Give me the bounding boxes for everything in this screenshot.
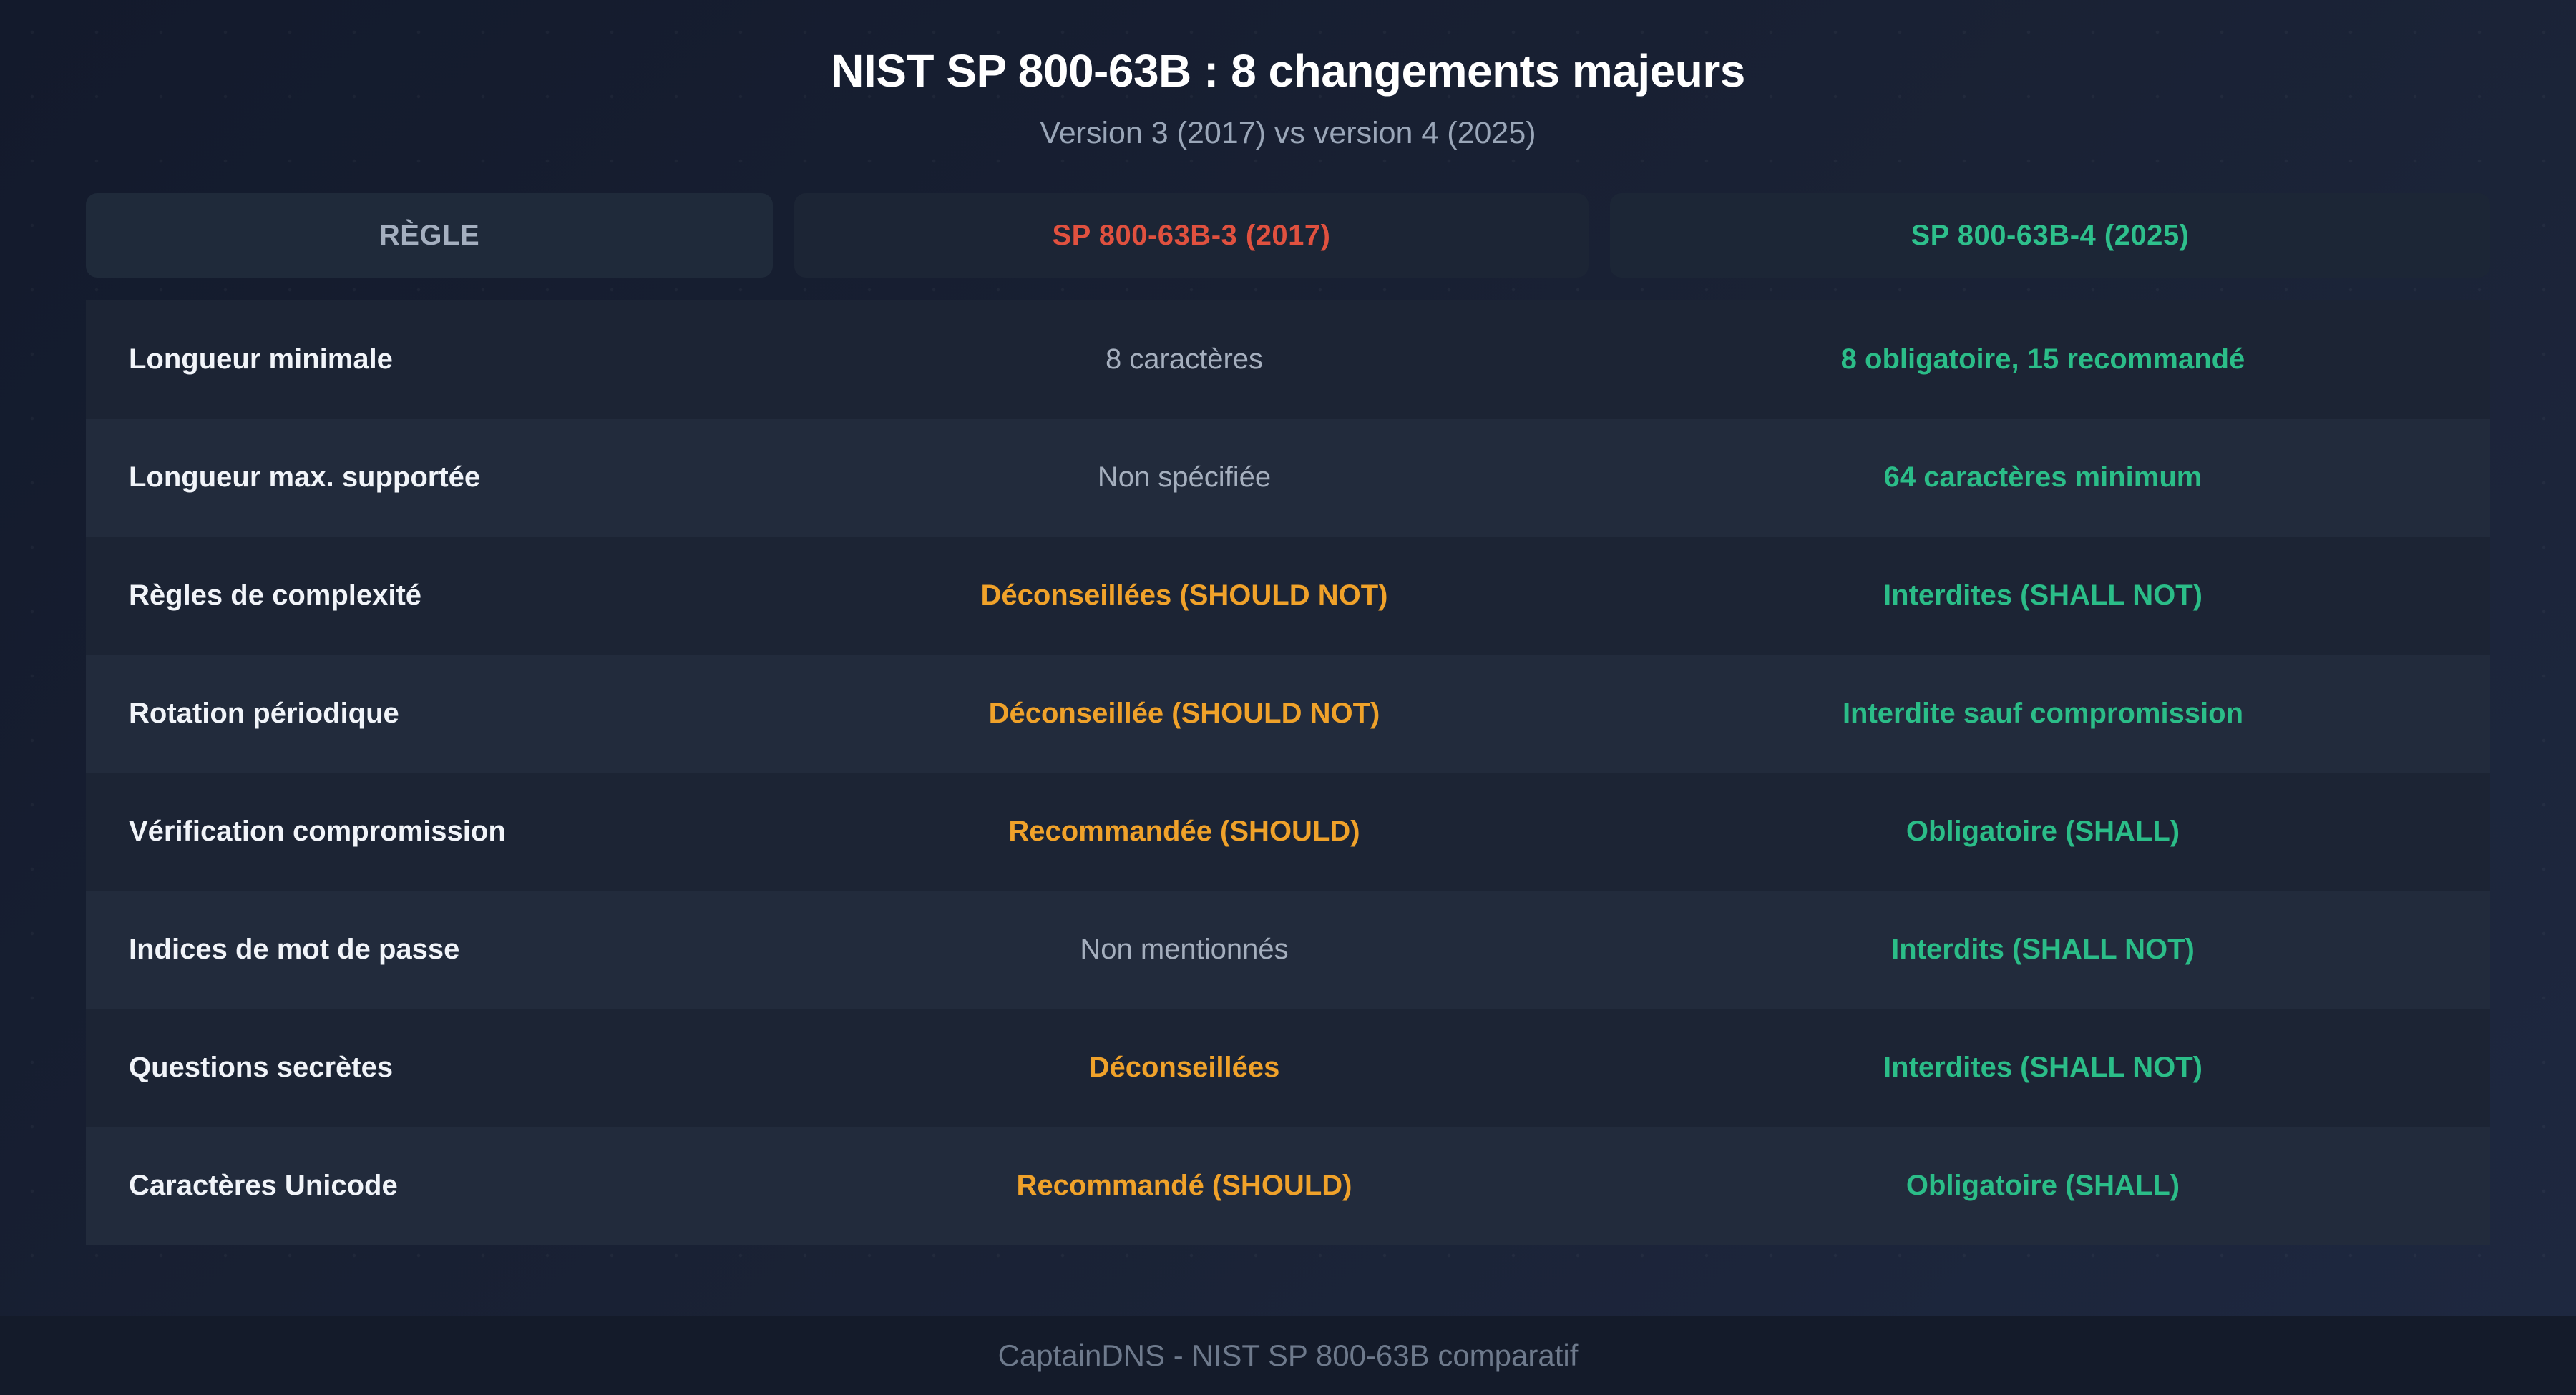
v4-value-cell: Interdites (SHALL NOT) [1883,1052,2202,1083]
rule-cell: Indices de mot de passe [129,934,460,965]
table-row: Règles de complexité Déconseillées (SHOU… [86,537,2490,655]
v3-value-cell: 8 caractères [1105,343,1264,375]
v4-value-cell: Interdite sauf compromission [1842,698,2244,729]
v3-value-cell: Recommandée (SHOULD) [1008,816,1360,847]
column-header-v4: SP 800-63B-4 (2025) [1610,193,2490,278]
table-row: Indices de mot de passe Non mentionnés I… [86,891,2490,1009]
rule-cell: Longueur max. supportée [129,461,481,493]
v3-value-cell: Déconseillée (SHOULD NOT) [988,698,1380,729]
v3-value-cell: Déconseillées [1088,1052,1280,1083]
page-subtitle: Version 3 (2017) vs version 4 (2025) [1040,116,1536,150]
page-title: NIST SP 800-63B : 8 changements majeurs [831,45,1745,97]
v3-value-cell: Recommandé (SHOULD) [1016,1170,1352,1201]
rule-cell: Questions secrètes [129,1052,394,1083]
rule-cell: Règles de complexité [129,579,422,611]
v3-value-cell: Non mentionnés [1080,934,1289,965]
rule-cell: Longueur minimale [129,343,393,375]
comparison-table: Longueur minimale 8 caractères 8 obligat… [86,300,2490,1245]
v4-value-cell: 64 caractères minimum [1883,461,2202,493]
table-row: Longueur max. supportée Non spécifiée 64… [86,418,2490,537]
v4-value-cell: Interdites (SHALL NOT) [1883,579,2202,611]
column-header-rule: RÈGLE [86,193,773,278]
table-row: Rotation périodique Déconseillée (SHOULD… [86,655,2490,773]
table-row: Longueur minimale 8 caractères 8 obligat… [86,300,2490,418]
v4-value-cell: Obligatoire (SHALL) [1906,1170,2180,1201]
rule-cell: Rotation périodique [129,698,399,729]
table-row: Questions secrètes Déconseillées Interdi… [86,1009,2490,1127]
rule-cell: Caractères Unicode [129,1170,398,1201]
footer-credit: CaptainDNS - NIST SP 800-63B comparatif [0,1316,2576,1395]
v3-value-cell: Non spécifiée [1097,461,1272,493]
column-header-v3: SP 800-63B-3 (2017) [794,193,1589,278]
v4-value-cell: Obligatoire (SHALL) [1906,816,2180,847]
v4-value-cell: 8 obligatoire, 15 recommandé [1840,343,2245,375]
v4-value-cell: Interdits (SHALL NOT) [1891,934,2195,965]
v3-value-cell: Déconseillées (SHOULD NOT) [980,579,1388,611]
rule-cell: Vérification compromission [129,816,506,847]
table-row: Vérification compromission Recommandée (… [86,773,2490,891]
table-row: Caractères Unicode Recommandé (SHOULD) O… [86,1127,2490,1245]
